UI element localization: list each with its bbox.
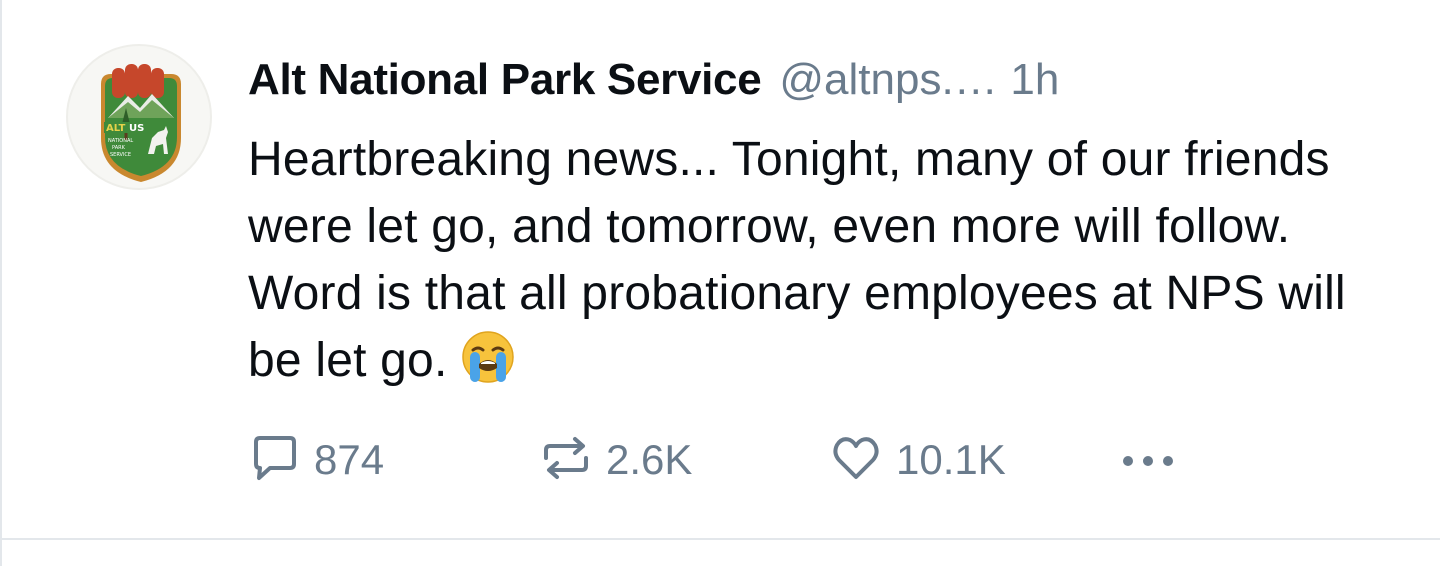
repost-button[interactable]: 2.6K bbox=[540, 430, 692, 490]
author-handle[interactable]: @altnps.bsky.s... bbox=[779, 52, 1004, 108]
post-timestamp[interactable]: 1h bbox=[1010, 52, 1059, 108]
author-display-name[interactable]: Alt National Park Service bbox=[248, 52, 762, 108]
like-button[interactable]: 10.1K bbox=[830, 430, 1006, 490]
repost-count: 2.6K bbox=[606, 436, 693, 483]
post-body: Heartbreaking news... Tonight, many of o… bbox=[248, 126, 1408, 402]
like-icon bbox=[830, 432, 882, 489]
author-avatar[interactable]: ALT US NATIONAL PARK SERVICE bbox=[66, 44, 212, 190]
post-divider bbox=[2, 538, 1440, 540]
like-count: 10.1K bbox=[896, 436, 1006, 483]
post-actions: 874 2.6K 10.1K bbox=[248, 430, 1248, 490]
more-icon bbox=[1118, 432, 1178, 489]
reply-button[interactable]: 874 bbox=[248, 430, 384, 490]
svg-text:US: US bbox=[129, 123, 144, 134]
reply-icon bbox=[248, 432, 300, 489]
post-header: Alt National Park Service @altnps.bsky.s… bbox=[248, 52, 1398, 108]
svg-text:NATIONAL: NATIONAL bbox=[108, 138, 133, 144]
svg-text:ALT: ALT bbox=[106, 123, 125, 134]
alt-nps-logo-icon: ALT US NATIONAL PARK SERVICE bbox=[101, 64, 181, 182]
post-text: Heartbreaking news... Tonight, many of o… bbox=[248, 133, 1346, 387]
crying-emoji-icon bbox=[461, 330, 515, 402]
svg-text:PARK: PARK bbox=[112, 145, 126, 151]
post-card[interactable]: ALT US NATIONAL PARK SERVICE Alt Nationa… bbox=[0, 0, 1440, 566]
more-options-button[interactable] bbox=[1118, 430, 1178, 490]
repost-icon bbox=[540, 432, 592, 489]
reply-count: 874 bbox=[314, 436, 385, 483]
svg-text:SERVICE: SERVICE bbox=[110, 152, 131, 158]
